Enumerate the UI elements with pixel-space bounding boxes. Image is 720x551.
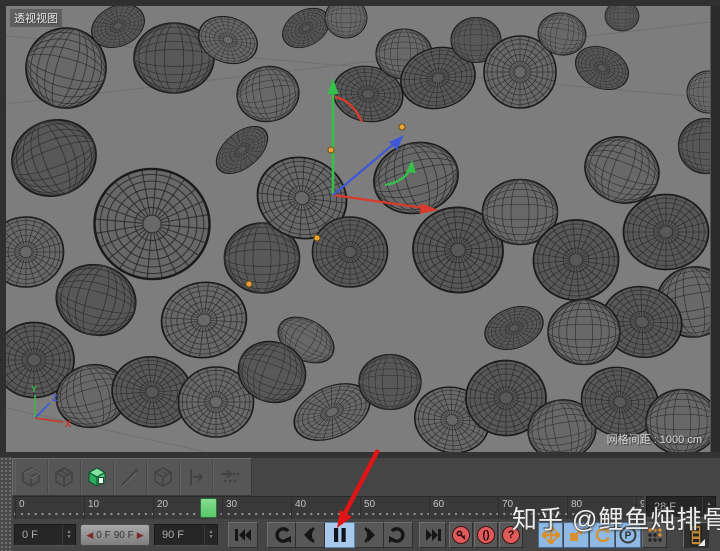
tool-cube-copy-button[interactable] bbox=[147, 460, 180, 494]
ruler-tick-label: 10 bbox=[88, 499, 99, 510]
go-to-end-button[interactable] bbox=[419, 522, 446, 548]
wireframe-cell bbox=[624, 195, 709, 270]
ruler-tick bbox=[429, 497, 430, 519]
ruler-tick bbox=[222, 497, 223, 519]
range-end-field[interactable]: 90 F ▲▼ bbox=[154, 524, 218, 546]
autokey-button[interactable]: () bbox=[474, 522, 498, 548]
timeline-playhead[interactable] bbox=[200, 498, 217, 518]
ruler-tick bbox=[291, 497, 292, 519]
ruler-tick bbox=[153, 497, 154, 519]
loop-forward-icon bbox=[389, 526, 407, 544]
go-to-start-icon bbox=[234, 528, 252, 542]
window-border-top bbox=[0, 0, 720, 6]
range-start-stepper[interactable]: ▲▼ bbox=[62, 525, 75, 545]
tool-cube-undo-button[interactable] bbox=[15, 460, 48, 494]
previous-frame-icon bbox=[301, 527, 319, 543]
grid-spacing-label: 网格间距 : 1000 cm bbox=[607, 431, 702, 447]
go-to-end-icon bbox=[425, 528, 441, 542]
bottom-tool-palette bbox=[12, 458, 252, 496]
previous-frame-button[interactable] bbox=[296, 522, 325, 548]
ruler-tick-label: 40 bbox=[295, 499, 306, 510]
wireframe-cell-scene: .w{fill:none;stroke:#2a2a2a;stroke-width… bbox=[6, 6, 710, 452]
tool-model-mode-button-active[interactable] bbox=[81, 460, 114, 494]
loop-forward-button[interactable] bbox=[384, 522, 413, 548]
pause-icon bbox=[333, 527, 347, 543]
range-start-field[interactable]: 0 F ▲▼ bbox=[14, 524, 76, 546]
wireframe-cell bbox=[313, 217, 388, 287]
watermark-text: 知乎 @鲤鱼炖排骨 bbox=[512, 500, 720, 536]
go-to-start-button[interactable] bbox=[228, 522, 258, 548]
ruler-tick bbox=[498, 497, 499, 519]
ruler-tick bbox=[360, 497, 361, 519]
ruler-tick-label: 30 bbox=[226, 499, 237, 510]
tool-cube-redo-button[interactable] bbox=[48, 460, 81, 494]
record-key-icon bbox=[452, 526, 470, 544]
wireframe-cell bbox=[548, 300, 620, 365]
ruler-tick bbox=[84, 497, 85, 519]
tool-export-arrow-button[interactable] bbox=[180, 460, 213, 494]
preview-range-slider[interactable]: ◀ 0 F 90 F ▶ bbox=[80, 524, 150, 546]
wireframe-cell bbox=[359, 355, 421, 410]
viewport-title: 透视视图 bbox=[10, 9, 62, 27]
record-keyframe-button[interactable] bbox=[449, 522, 473, 548]
loop-backward-button[interactable] bbox=[267, 522, 296, 548]
range-right-arrow-icon[interactable]: ▶ bbox=[137, 530, 144, 541]
range-left-arrow-icon[interactable]: ◀ bbox=[86, 530, 93, 541]
ruler-tick-label: 0 bbox=[19, 499, 25, 510]
next-frame-icon bbox=[360, 527, 378, 543]
ruler-tick bbox=[15, 497, 16, 519]
application-window: .w{fill:none;stroke:#2a2a2a;stroke-width… bbox=[0, 0, 720, 551]
pause-button[interactable] bbox=[325, 522, 355, 548]
ruler-tick-label: 50 bbox=[364, 499, 375, 510]
range-end-stepper[interactable]: ▲▼ bbox=[204, 525, 217, 545]
tool-knife-button[interactable] bbox=[114, 460, 147, 494]
loop-backward-icon bbox=[273, 526, 291, 544]
record-parenthesis-icon: () bbox=[477, 526, 495, 544]
next-frame-button[interactable] bbox=[355, 522, 384, 548]
window-border-left bbox=[0, 6, 6, 455]
perspective-viewport[interactable]: .w{fill:none;stroke:#2a2a2a;stroke-width… bbox=[6, 6, 710, 452]
range-end-label: 90 F bbox=[114, 530, 134, 541]
tool-arrow-dots-button[interactable] bbox=[213, 460, 246, 494]
toolbar-grip-handle[interactable] bbox=[0, 457, 12, 551]
ruler-tick-label: 20 bbox=[157, 499, 168, 510]
range-start-label: 0 F bbox=[96, 530, 110, 541]
viewport-scrollbar-area[interactable] bbox=[710, 6, 720, 455]
ruler-tick-label: 60 bbox=[433, 499, 444, 510]
